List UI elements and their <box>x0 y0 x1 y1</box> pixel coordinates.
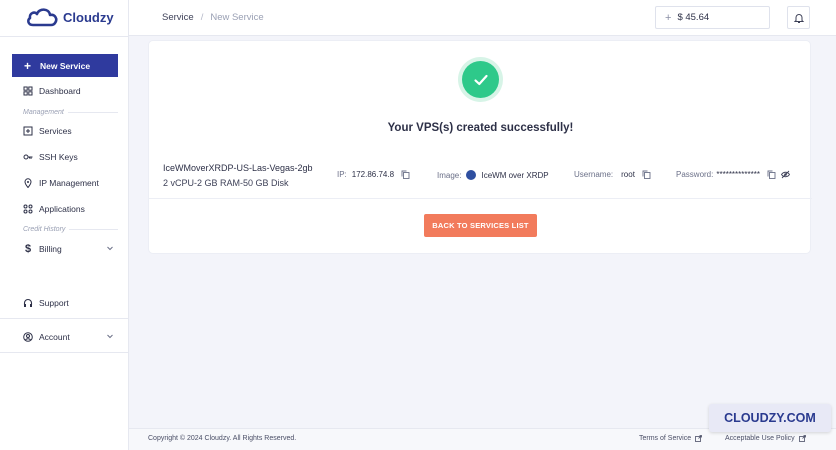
sidebar-item-ssh-keys[interactable]: SSH Keys <box>23 150 118 164</box>
password-field: Password: ************** <box>676 170 790 179</box>
sidebar-item-label: SSH Keys <box>39 152 78 162</box>
eye-off-icon[interactable] <box>780 170 790 179</box>
success-check-icon <box>462 61 499 98</box>
sidebar-divider <box>0 36 129 37</box>
sidebar-item-label: Billing <box>39 244 62 254</box>
username-label: Username: <box>574 170 614 179</box>
back-to-services-button[interactable]: BACK TO SERVICES LIST <box>424 214 537 237</box>
copy-icon[interactable] <box>642 170 651 179</box>
dashboard-icon <box>23 86 33 96</box>
sidebar-item-account[interactable]: Account <box>23 330 118 344</box>
section-management: Management <box>23 109 118 116</box>
sidebar-item-support[interactable]: Support <box>23 296 118 310</box>
os-image-icon <box>466 170 477 180</box>
chevron-down-icon <box>107 246 113 251</box>
success-card: Your VPS(s) created successfully! IceWMo… <box>148 40 812 254</box>
new-service-button[interactable]: + New Service <box>12 54 118 77</box>
sidebar: Cloudzy + New Service Dashboard Manageme… <box>0 0 129 450</box>
chevron-down-icon <box>107 334 113 339</box>
new-service-label: New Service <box>40 60 91 71</box>
section-credit-history: Credit History <box>23 226 118 233</box>
username-value: root <box>621 170 635 179</box>
card-divider <box>149 198 812 199</box>
brand-logo[interactable]: Cloudzy <box>25 7 114 27</box>
sidebar-item-services[interactable]: Services <box>23 124 118 138</box>
headset-icon <box>23 298 33 308</box>
copyright-text: Copyright © 2024 Cloudzy. All Rights Res… <box>148 435 297 442</box>
sidebar-item-dashboard[interactable]: Dashboard <box>23 84 118 98</box>
cloudzy-watermark: CLOUDZY.COM <box>709 404 831 432</box>
terms-link[interactable]: Terms of Service <box>639 435 703 442</box>
sidebar-item-label: Dashboard <box>39 86 81 96</box>
cloud-logo-icon <box>27 8 58 27</box>
sidebar-item-label: Services <box>39 126 72 136</box>
brand-name: Cloudzy <box>63 9 114 25</box>
sidebar-item-label: Account <box>39 332 70 342</box>
plus-icon: + <box>665 11 672 24</box>
top-header: Service / New Service + $ 45.64 <box>129 0 836 36</box>
sidebar-item-billing[interactable]: $ Billing <box>23 242 118 256</box>
acceptable-use-link[interactable]: Acceptable Use Policy <box>725 435 806 442</box>
dollar-icon: $ <box>24 243 32 255</box>
sidebar-item-label: Applications <box>39 204 85 214</box>
external-link-icon <box>798 435 806 442</box>
success-title: Your VPS(s) created successfully! <box>387 122 574 134</box>
sidebar-item-applications[interactable]: Applications <box>23 202 118 216</box>
sidebar-item-ip-management[interactable]: IP Management <box>23 176 118 190</box>
vps-name: IceWMoverXRDP-US-Las-Vegas-2gb <box>163 163 313 173</box>
key-icon <box>23 152 33 162</box>
breadcrumb: Service / New Service <box>162 12 264 23</box>
external-link-icon <box>695 435 703 442</box>
image-field: Image: IceWM over XRDP <box>437 170 549 180</box>
services-icon <box>23 126 33 136</box>
notifications-button[interactable] <box>787 6 810 29</box>
bell-icon <box>793 13 804 23</box>
apps-icon <box>23 204 33 214</box>
username-field: Username: root <box>574 170 651 179</box>
ip-value: 172.86.74.8 <box>351 170 395 179</box>
image-value: IceWM over XRDP <box>481 170 549 180</box>
plus-icon: + <box>24 58 32 73</box>
copy-icon[interactable] <box>767 170 776 179</box>
ip-field: IP: 172.86.74.8 <box>337 170 410 179</box>
breadcrumb-service[interactable]: Service <box>162 12 194 23</box>
location-pin-icon <box>23 178 33 188</box>
password-label: Password: <box>676 170 714 179</box>
sidebar-divider <box>0 352 129 353</box>
balance-value: $ 45.64 <box>677 12 710 23</box>
copy-icon[interactable] <box>401 170 410 179</box>
sidebar-item-label: Support <box>39 298 69 308</box>
sidebar-divider <box>0 318 129 319</box>
vps-spec: 2 vCPU-2 GB RAM-50 GB Disk <box>163 178 289 188</box>
password-value: ************** <box>716 170 760 179</box>
balance-button[interactable]: + $ 45.64 <box>655 6 770 29</box>
user-circle-icon <box>23 332 33 342</box>
breadcrumb-new-service: New Service <box>210 12 264 23</box>
breadcrumb-separator: / <box>200 12 204 23</box>
ip-label: IP: <box>337 170 347 179</box>
sidebar-item-label: IP Management <box>39 178 99 188</box>
image-label: Image: <box>437 170 462 180</box>
